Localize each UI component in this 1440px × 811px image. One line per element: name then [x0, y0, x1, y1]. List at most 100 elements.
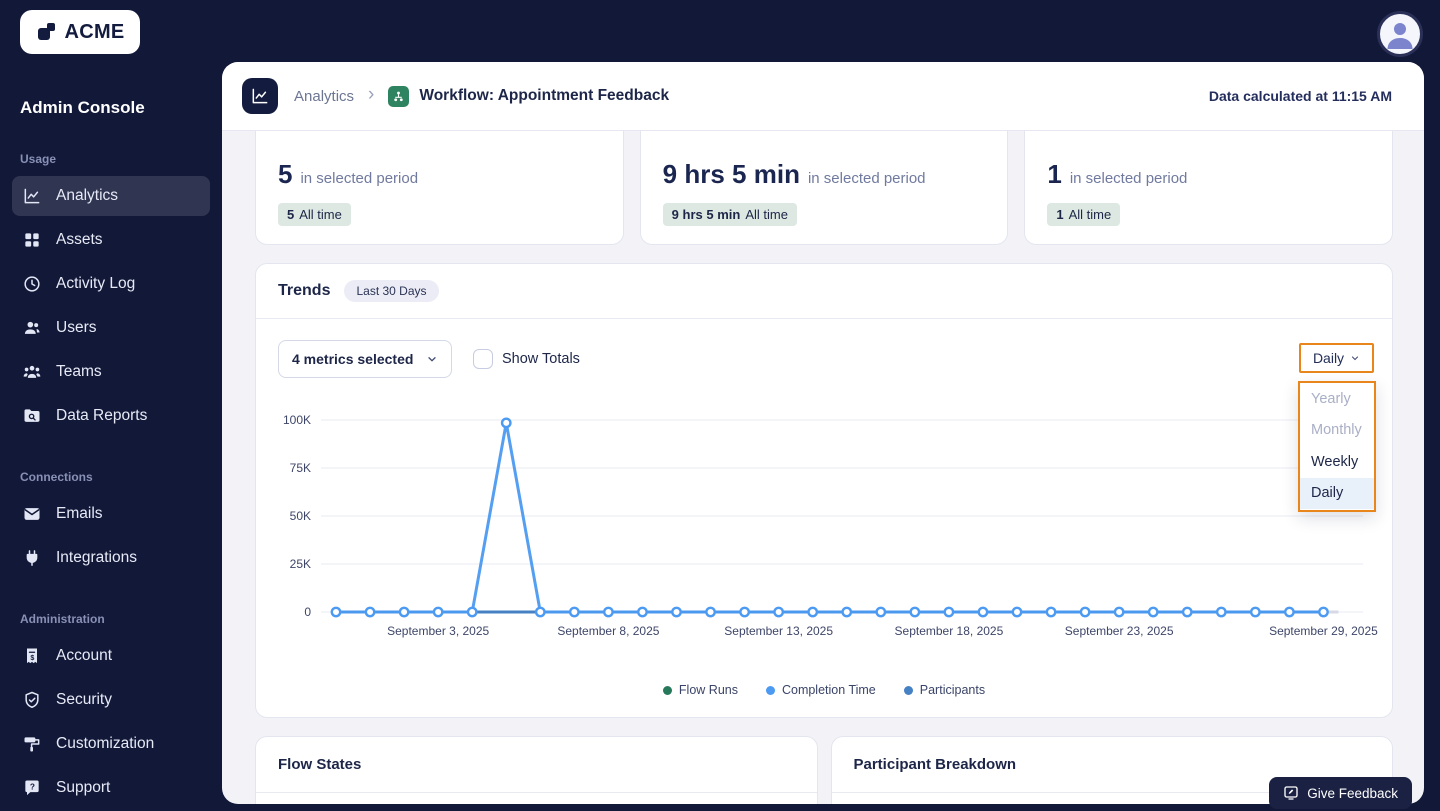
- legend-dot-green: [662, 685, 672, 695]
- section-label-administration: Administration: [20, 612, 105, 626]
- breadcrumb-analytics-link[interactable]: Analytics: [294, 88, 354, 105]
- feedback-label: Give Feedback: [1307, 785, 1398, 801]
- sidebar-item-integrations[interactable]: Integrations: [12, 538, 210, 578]
- flow-states-header: Flow States: [256, 737, 817, 793]
- sidebar-item-emails[interactable]: Emails: [12, 494, 210, 534]
- help-chat-icon: ?: [22, 778, 42, 798]
- sidebar-item-label: Assets: [56, 231, 103, 248]
- plug-icon: [22, 548, 42, 568]
- stat-value: 5: [278, 159, 293, 189]
- all-time-label: All time: [745, 207, 788, 222]
- content-panel: Analytics › Workflow: Appointment Feedba…: [222, 62, 1424, 804]
- page: { "app": { "brand": "ACME", "console_tit…: [0, 0, 1440, 811]
- sidebar-item-label: Analytics: [56, 187, 119, 204]
- sidebar-item-activity-log[interactable]: Activity Log: [12, 264, 210, 304]
- show-totals-control: Show Totals: [473, 349, 580, 369]
- trends-card: Trends Last 30 Days 4 metrics selected S…: [255, 263, 1393, 718]
- sidebar-item-label: Security: [56, 691, 112, 708]
- sidebar-item-account[interactable]: $ Account: [12, 636, 210, 676]
- sidebar-item-customization[interactable]: Customization: [12, 724, 210, 764]
- granularity-option-yearly[interactable]: Yearly: [1300, 383, 1374, 415]
- sidebar-item-label: Users: [56, 319, 97, 336]
- all-time-value: 9 hrs 5 min: [671, 207, 741, 222]
- granularity-select[interactable]: Daily: [1299, 343, 1374, 373]
- legend-label: Completion Time: [781, 683, 876, 697]
- sidebar-item-assets[interactable]: Assets: [12, 220, 210, 260]
- acme-logo-icon: [38, 23, 56, 40]
- sidebar-item-support[interactable]: ? Support: [12, 768, 210, 808]
- user-avatar[interactable]: [1377, 11, 1423, 57]
- all-time-badge: 1 All time: [1047, 203, 1121, 226]
- all-time-badge: 9 hrs 5 min All time: [662, 203, 797, 226]
- trends-title: Trends: [278, 282, 331, 299]
- sidebar-item-teams[interactable]: Teams: [12, 352, 210, 392]
- svg-text:September 8, 2025: September 8, 2025: [557, 624, 659, 638]
- all-time-label: All time: [299, 207, 342, 222]
- stat-value: 9 hrs 5 min: [662, 159, 800, 189]
- users-icon: [22, 318, 42, 338]
- chevron-down-icon: [1352, 356, 1359, 361]
- sidebar-item-label: Activity Log: [56, 275, 136, 292]
- flow-states-title: Flow States: [278, 756, 362, 773]
- breadcrumb: Analytics › Workflow: Appointment Feedba…: [222, 62, 1424, 131]
- svg-text:0: 0: [304, 605, 311, 619]
- svg-text:September 23, 2025: September 23, 2025: [1065, 624, 1174, 638]
- trends-header: Trends Last 30 Days: [256, 264, 1392, 319]
- sidebar-item-label: Account: [56, 647, 113, 664]
- brand-name: ACME: [64, 20, 125, 43]
- svg-text:September 13, 2025: September 13, 2025: [724, 624, 833, 638]
- granularity-option-weekly[interactable]: Weekly: [1300, 446, 1374, 478]
- show-totals-checkbox[interactable]: [473, 349, 493, 369]
- all-time-value: 5: [287, 207, 295, 222]
- stat-caption: in selected period: [807, 170, 926, 187]
- shield-check-icon: [22, 690, 42, 710]
- legend-label: Flow Runs: [678, 683, 738, 697]
- stat-caption: in selected period: [1069, 170, 1188, 187]
- all-time-badge: 5 All time: [278, 203, 351, 226]
- granularity-select-value: Daily: [1312, 350, 1345, 366]
- show-totals-label: Show Totals: [502, 351, 580, 367]
- history-clock-icon: [22, 274, 42, 294]
- sidebar-item-data-reports[interactable]: Data Reports: [12, 396, 210, 436]
- legend-label: Participants: [919, 683, 986, 697]
- svg-text:September 18, 2025: September 18, 2025: [895, 624, 1004, 638]
- svg-text:75K: 75K: [290, 461, 311, 475]
- granularity-option-daily[interactable]: Daily: [1300, 477, 1374, 509]
- sidebar-item-security[interactable]: Security: [12, 680, 210, 720]
- teams-icon: [22, 362, 42, 382]
- sidebar-item-users[interactable]: Users: [12, 308, 210, 348]
- granularity-option-monthly[interactable]: Monthly: [1300, 415, 1374, 447]
- granularity-menu: Yearly Monthly Weekly Daily: [1298, 381, 1376, 512]
- line-chart-icon: [22, 186, 42, 206]
- svg-text:$: $: [30, 654, 34, 662]
- participant-breakdown-title: Participant Breakdown: [853, 756, 1017, 773]
- svg-text:25K: 25K: [290, 557, 311, 571]
- stat-caption: in selected period: [300, 170, 419, 187]
- sidebar-item-label: Integrations: [56, 549, 137, 566]
- envelope-icon: [22, 504, 42, 524]
- sidebar-item-label: Customization: [56, 735, 155, 752]
- give-feedback-button[interactable]: Give Feedback: [1269, 777, 1412, 809]
- chevron-down-icon: [428, 357, 436, 362]
- svg-text:50K: 50K: [290, 509, 311, 523]
- chevron-right-icon: ›: [368, 84, 375, 105]
- brand-logo[interactable]: ACME: [20, 10, 140, 54]
- feedback-pencil-icon: [1284, 786, 1298, 800]
- metrics-multiselect[interactable]: 4 metrics selected: [278, 340, 452, 378]
- flow-states-card: Flow States: [255, 736, 818, 804]
- all-time-value: 1: [1056, 207, 1064, 222]
- sidebar-item-analytics[interactable]: Analytics: [12, 176, 210, 216]
- sidebar-item-label: Emails: [56, 505, 103, 522]
- legend-item-completion-time: Completion Time: [765, 683, 876, 697]
- svg-text:September 3, 2025: September 3, 2025: [387, 624, 489, 638]
- metrics-multiselect-value: 4 metrics selected: [292, 351, 414, 367]
- svg-text:September 29, 2025: September 29, 2025: [1269, 624, 1378, 638]
- workflow-icon: [388, 85, 410, 107]
- grid-icon: [22, 230, 42, 250]
- sidebar-item-label: Data Reports: [56, 407, 148, 424]
- data-calculated-timestamp: Data calculated at 11:15 AM: [1208, 88, 1392, 104]
- all-time-label: All time: [1068, 207, 1112, 222]
- panel-body: 5 in selected period 5 All time 9 hrs 5 m…: [222, 65, 1424, 804]
- chart-legend: Flow Runs Completion Time Participants: [256, 683, 1392, 697]
- person-icon: [1387, 23, 1413, 49]
